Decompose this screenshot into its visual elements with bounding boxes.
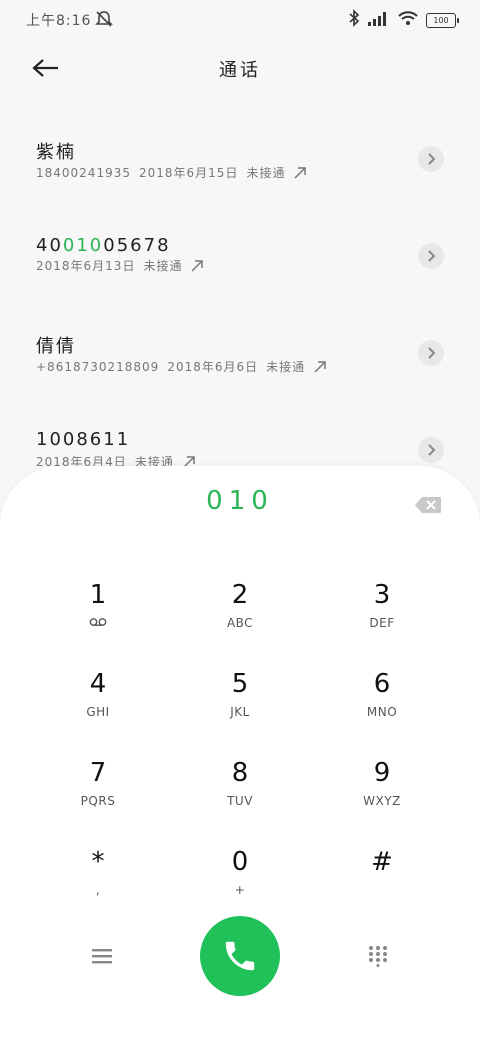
- outgoing-call-icon: [314, 360, 326, 373]
- key-9[interactable]: 9 WXYZ: [322, 756, 442, 836]
- call-item[interactable]: 4001005678 2018年6月13日 未接通: [0, 209, 480, 305]
- key-digit: 4: [89, 669, 107, 699]
- page-title: 通话: [219, 60, 261, 81]
- chevron-right-icon: [428, 250, 436, 262]
- status-bar: 上午8:16 100: [0, 0, 480, 40]
- key-digit: 7: [89, 758, 107, 788]
- key-letters: ,: [95, 883, 101, 897]
- chevron-right-icon: [428, 153, 436, 165]
- keypad-toggle-button[interactable]: [360, 938, 396, 974]
- key-3[interactable]: 3 DEF: [322, 578, 442, 658]
- call-item[interactable]: 紫楠 18400241935 2018年6月15日 未接通: [0, 112, 480, 208]
- keypad-icon: [369, 946, 387, 967]
- menu-icon: [92, 949, 112, 964]
- key-2[interactable]: 2 ABC: [180, 578, 300, 658]
- call-status: 未接通: [143, 259, 183, 273]
- key-1[interactable]: 1: [38, 578, 158, 658]
- backspace-icon: [415, 497, 441, 513]
- call-meta: 18400241935 2018年6月15日 未接通: [36, 164, 307, 181]
- bluetooth-icon: [348, 9, 360, 31]
- key-digit: 2: [231, 580, 249, 610]
- key-hash[interactable]: #: [322, 845, 442, 925]
- key-digit: 6: [373, 669, 391, 699]
- call-details-button[interactable]: [418, 437, 444, 463]
- key-0[interactable]: 0 +: [180, 845, 300, 925]
- key-digit: 3: [373, 580, 391, 610]
- key-letters: DEF: [369, 616, 395, 630]
- key-digit: #: [371, 847, 393, 877]
- key-letters: ABC: [226, 616, 254, 630]
- call-meta: +8618730218809 2018年6月6日 未接通: [36, 358, 327, 375]
- call-name-part: 05678: [103, 235, 171, 256]
- call-name: 倩倩: [36, 336, 76, 357]
- battery-icon: 100: [426, 12, 459, 28]
- key-8[interactable]: 8 TUV: [180, 756, 300, 836]
- call-item[interactable]: 倩倩 +8618730218809 2018年6月6日 未接通: [0, 306, 480, 402]
- key-digit: 8: [231, 758, 249, 788]
- dialpad-panel: 010 1 2 ABC 3 DEF 4 GHI 5 JKL 6 MNO 7 PQ…: [0, 466, 480, 1040]
- call-status: 未接通: [266, 360, 306, 374]
- call-details-button[interactable]: [418, 340, 444, 366]
- call-name: 紫楠: [36, 142, 76, 163]
- call-details-button[interactable]: [418, 146, 444, 172]
- key-digit: 9: [373, 758, 391, 788]
- call-number: 18400241935: [36, 165, 131, 180]
- key-4[interactable]: 4 GHI: [38, 667, 158, 747]
- call-name-match: 010: [62, 235, 104, 256]
- key-7[interactable]: 7 PQRS: [38, 756, 158, 836]
- chevron-right-icon: [428, 444, 436, 456]
- key-letters: [322, 883, 442, 899]
- menu-button[interactable]: [84, 938, 120, 974]
- key-digit: 1: [89, 580, 107, 610]
- key-letters: MNO: [366, 705, 398, 719]
- call-meta: 2018年6月13日 未接通: [36, 257, 204, 274]
- key-digit: *: [91, 847, 105, 877]
- bottom-action-bar: [0, 914, 480, 998]
- key-letters: WXYZ: [363, 794, 401, 808]
- call-details-button[interactable]: [418, 243, 444, 269]
- key-star[interactable]: * ,: [38, 845, 158, 925]
- key-letters: JKL: [230, 705, 250, 719]
- call-date: 2018年6月6日: [167, 360, 259, 374]
- key-digit: 5: [231, 669, 249, 699]
- voicemail-icon: [38, 616, 158, 632]
- outgoing-call-icon: [191, 259, 204, 272]
- phone-icon: [225, 941, 255, 971]
- call-name: 1008611: [36, 429, 131, 450]
- key-6[interactable]: 6 MNO: [322, 667, 442, 747]
- key-letters: TUV: [227, 794, 253, 808]
- key-letters: GHI: [86, 705, 110, 719]
- call-date: 2018年6月13日: [36, 259, 136, 273]
- key-digit: 0: [231, 847, 249, 877]
- wifi-icon: [398, 10, 418, 30]
- mute-icon: [94, 10, 114, 32]
- call-number: +8618730218809: [36, 359, 160, 374]
- key-letters: +: [234, 883, 246, 897]
- chevron-right-icon: [428, 347, 436, 359]
- call-button[interactable]: [200, 916, 280, 996]
- key-5[interactable]: 5 JKL: [180, 667, 300, 747]
- typed-number-display: 010: [206, 486, 274, 516]
- call-status: 未接通: [246, 166, 286, 180]
- call-name: 4001005678: [36, 235, 171, 256]
- backspace-button[interactable]: [414, 496, 444, 516]
- status-time: 上午8:16: [26, 13, 92, 29]
- call-date: 2018年6月15日: [138, 166, 239, 180]
- signal-icon: [368, 10, 390, 30]
- key-letters: PQRS: [80, 794, 116, 808]
- header: 通话: [0, 40, 480, 96]
- call-name-part: 40: [36, 235, 63, 256]
- outgoing-call-icon: [294, 166, 307, 179]
